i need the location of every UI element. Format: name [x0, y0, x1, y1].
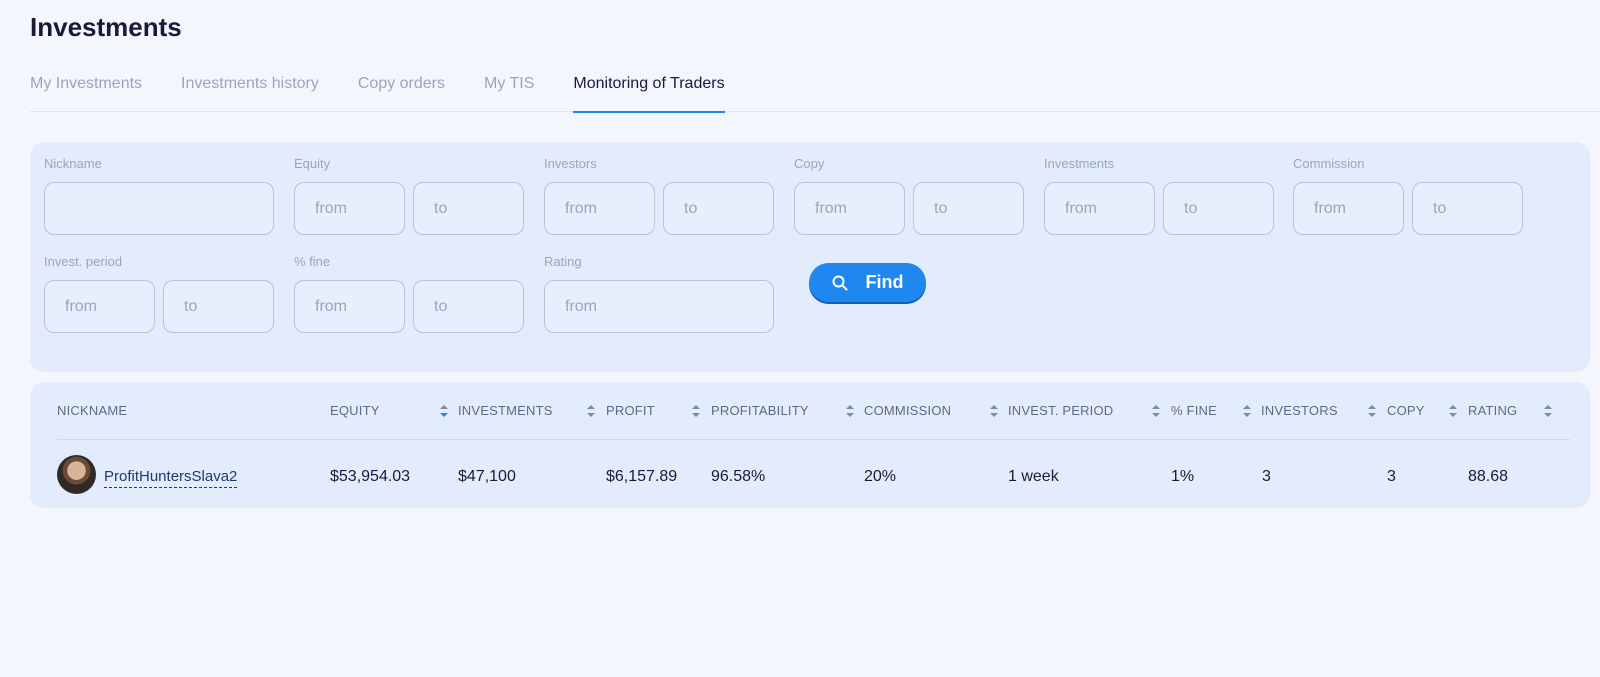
filter-nickname-label: Nickname — [44, 156, 102, 171]
cell-equity: $53,954.03 — [330, 468, 411, 485]
filter-investments: Investments — [1044, 156, 1274, 235]
sort-fine-icon[interactable] — [1243, 405, 1251, 417]
search-icon — [832, 275, 848, 291]
copy-to-input[interactable] — [913, 182, 1024, 235]
sort-profit-icon[interactable] — [692, 405, 700, 417]
cell-copy: 3 — [1387, 468, 1396, 485]
filter-investments-label: Investments — [1044, 156, 1115, 171]
header-investors[interactable]: INVESTORS — [1261, 403, 1338, 419]
filter-copy-label: Copy — [794, 156, 825, 171]
cell-investors: 3 — [1262, 468, 1271, 485]
header-fine[interactable]: % FINE — [1171, 403, 1217, 419]
header-profit[interactable]: PROFIT — [606, 403, 655, 419]
filter-panel: Nickname Equity Investors Copy Investmen… — [30, 142, 1590, 372]
cell-fine: 1% — [1171, 468, 1195, 485]
sort-equity-icon[interactable] — [440, 405, 448, 417]
filter-equity: Equity — [294, 156, 524, 235]
cell-profit: $6,157.89 — [606, 468, 678, 485]
header-nickname[interactable]: NICKNAME — [57, 403, 127, 419]
sort-profitability-icon[interactable] — [846, 405, 854, 417]
invest-period-to-input[interactable] — [163, 280, 274, 333]
header-commission[interactable]: COMMISSION — [864, 403, 951, 419]
invest-period-from-input[interactable] — [44, 280, 155, 333]
tab-my-tis[interactable]: My TIS — [484, 70, 534, 112]
filter-copy: Copy — [794, 156, 1024, 235]
header-invest-period[interactable]: INVEST. PERIOD — [1008, 403, 1113, 419]
header-profitability[interactable]: PROFITABILITY — [711, 403, 809, 419]
nickname-input[interactable] — [44, 182, 274, 235]
header-rating[interactable]: RATING — [1468, 403, 1517, 419]
commission-from-input[interactable] — [1293, 182, 1404, 235]
traders-table: NICKNAME EQUITY INVESTMENTS PROFIT PROFI… — [30, 382, 1590, 508]
tab-monitoring-of-traders[interactable]: Monitoring of Traders — [573, 70, 725, 113]
investments-to-input[interactable] — [1163, 182, 1274, 235]
fine-from-input[interactable] — [294, 280, 405, 333]
filter-fine: % fine — [294, 254, 524, 333]
trader-nickname-link[interactable]: ProfitHuntersSlava2 — [104, 467, 238, 488]
filter-investors-label: Investors — [544, 156, 597, 171]
cell-invest-period: 1 week — [1008, 468, 1059, 485]
investors-from-input[interactable] — [544, 182, 655, 235]
tab-bar: My Investments Investments history Copy … — [30, 70, 1600, 113]
filter-investors: Investors — [544, 156, 774, 235]
header-equity[interactable]: EQUITY — [330, 403, 380, 419]
copy-from-input[interactable] — [794, 182, 905, 235]
equity-to-input[interactable] — [413, 182, 524, 235]
fine-to-input[interactable] — [413, 280, 524, 333]
header-divider — [57, 439, 1570, 440]
header-investments[interactable]: INVESTMENTS — [458, 403, 553, 419]
sort-investments-icon[interactable] — [587, 405, 595, 417]
sort-investors-icon[interactable] — [1368, 405, 1376, 417]
find-button[interactable]: Find — [809, 263, 926, 302]
filter-invest-period-label: Invest. period — [44, 254, 123, 269]
page-title: Investments — [30, 12, 182, 42]
filter-nickname: Nickname — [44, 156, 274, 235]
cell-investments: $47,100 — [458, 468, 516, 485]
find-button-label: Find — [865, 272, 904, 292]
commission-to-input[interactable] — [1412, 182, 1523, 235]
filter-commission-label: Commission — [1293, 156, 1365, 171]
sort-commission-icon[interactable] — [990, 405, 998, 417]
avatar[interactable] — [57, 455, 96, 494]
cell-commission: 20% — [864, 468, 897, 485]
filter-rating: Rating — [544, 254, 774, 333]
sort-copy-icon[interactable] — [1449, 405, 1457, 417]
cell-profitability: 96.58% — [711, 468, 766, 485]
tab-my-investments[interactable]: My Investments — [30, 70, 142, 112]
rating-from-input[interactable] — [544, 280, 774, 333]
investors-to-input[interactable] — [663, 182, 774, 235]
filter-invest-period: Invest. period — [44, 254, 274, 333]
cell-rating: 88.68 — [1468, 468, 1509, 485]
filter-fine-label: % fine — [294, 254, 331, 269]
filter-equity-label: Equity — [294, 156, 331, 171]
investments-from-input[interactable] — [1044, 182, 1155, 235]
tab-copy-orders[interactable]: Copy orders — [358, 70, 445, 112]
equity-from-input[interactable] — [294, 182, 405, 235]
filter-commission: Commission — [1293, 156, 1523, 235]
header-copy[interactable]: COPY — [1387, 403, 1425, 419]
tab-investments-history[interactable]: Investments history — [181, 70, 319, 112]
sort-rating-icon[interactable] — [1544, 405, 1552, 417]
sort-invest-period-icon[interactable] — [1152, 405, 1160, 417]
filter-rating-label: Rating — [544, 254, 582, 269]
